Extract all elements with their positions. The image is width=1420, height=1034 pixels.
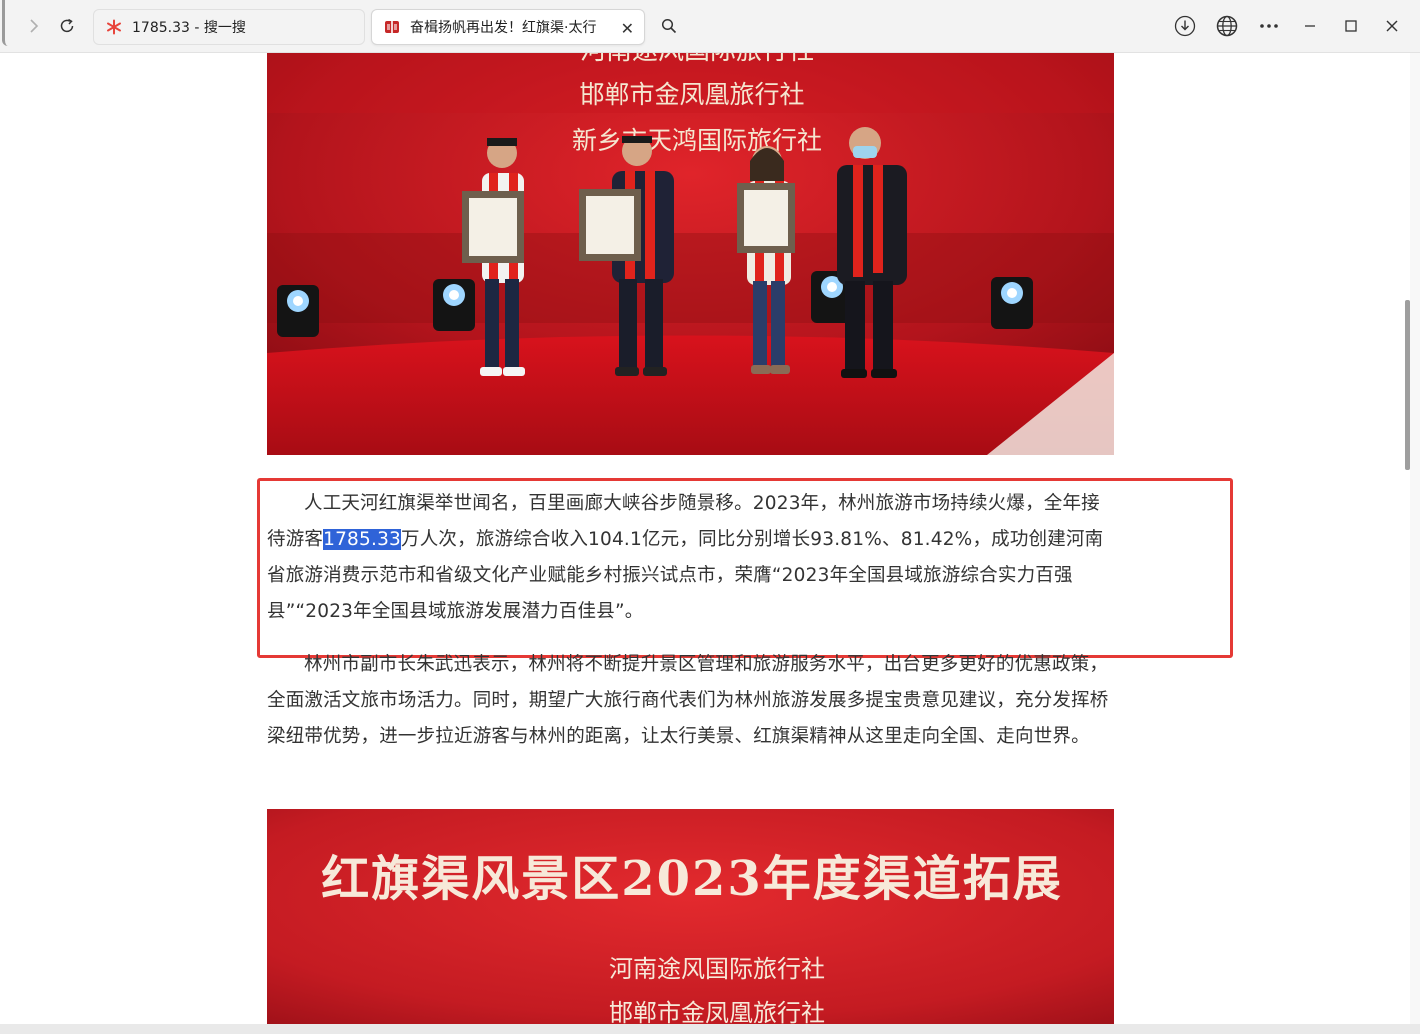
- more-options-icon[interactable]: [1257, 14, 1281, 38]
- stage-light: [277, 285, 319, 337]
- forward-icon[interactable]: [22, 14, 46, 38]
- news-book-icon: [384, 19, 400, 35]
- banner-sign-1: 河南途风国际旅行社: [609, 955, 825, 983]
- close-window-icon[interactable]: [1380, 14, 1404, 38]
- window-edge: [2, 0, 10, 46]
- minimize-icon[interactable]: [1298, 14, 1322, 38]
- tab-sousou[interactable]: 1785.33 - 搜一搜: [93, 9, 365, 45]
- selected-text-highlight[interactable]: 1785.33: [323, 529, 402, 550]
- sousou-star-icon: [106, 19, 122, 35]
- globe-icon[interactable]: [1215, 14, 1239, 38]
- tab-title: 奋楫扬帆再出发！红旗渠·太行: [410, 20, 597, 36]
- maximize-icon[interactable]: [1339, 14, 1363, 38]
- download-icon[interactable]: [1173, 14, 1197, 38]
- window-bottom-edge: [0, 1024, 1420, 1034]
- page-content: 河南途风国际旅行社 邯郸市金凤凰旅行社 新乡市天鸿国际旅行社: [0, 53, 1410, 1026]
- tab-article[interactable]: 奋楫扬帆再出发！红旗渠·太行 ✕: [371, 9, 645, 45]
- ceremony-sign-2: 邯郸市金凤凰旅行社: [579, 80, 804, 109]
- refresh-icon[interactable]: [55, 14, 79, 38]
- banner-sign-2: 邯郸市金凤凰旅行社: [609, 999, 825, 1026]
- stage-light: [433, 279, 475, 331]
- tab-title: 1785.33 - 搜一搜: [132, 20, 246, 36]
- close-tab-icon[interactable]: ✕: [621, 19, 634, 38]
- search-icon[interactable]: [657, 14, 681, 38]
- browser-toolbar: 1785.33 - 搜一搜 奋楫扬帆再出发！红旗渠·太行 ✕: [0, 0, 1420, 53]
- ceremony-photo-graphic: 河南途风国际旅行社 邯郸市金凤凰旅行社 新乡市天鸿国际旅行社: [267, 53, 1114, 455]
- banner-photo-graphic: 红旗渠风景区2023年度渠道拓展 河南途风国际旅行社 邯郸市金凤凰旅行社: [267, 809, 1114, 1026]
- article-photo-banner: 红旗渠风景区2023年度渠道拓展 河南途风国际旅行社 邯郸市金凤凰旅行社: [267, 809, 1114, 1026]
- scrollbar-thumb[interactable]: [1405, 300, 1410, 470]
- ceremony-sign-3: 新乡市天鸿国际旅行社: [572, 126, 822, 155]
- article-paragraph-highlighted: 人工天河红旗渠举世闻名，百里画廊大峡谷步随景移。2023年，林州旅游市场持续火爆…: [267, 486, 1114, 630]
- stage-light: [991, 277, 1033, 329]
- article-paragraph-2: 林州市副市长朱武迅表示，林州将不断提升景区管理和旅游服务水平，出台更多更好的优惠…: [267, 654, 1109, 747]
- ceremony-sign-1: 河南途风国际旅行社: [580, 53, 814, 66]
- article-photo-ceremony: 河南途风国际旅行社 邯郸市金凤凰旅行社 新乡市天鸿国际旅行社: [267, 53, 1114, 455]
- banner-title: 红旗渠风景区2023年度渠道拓展: [321, 851, 1063, 907]
- page-scrollbar[interactable]: [1410, 53, 1420, 1026]
